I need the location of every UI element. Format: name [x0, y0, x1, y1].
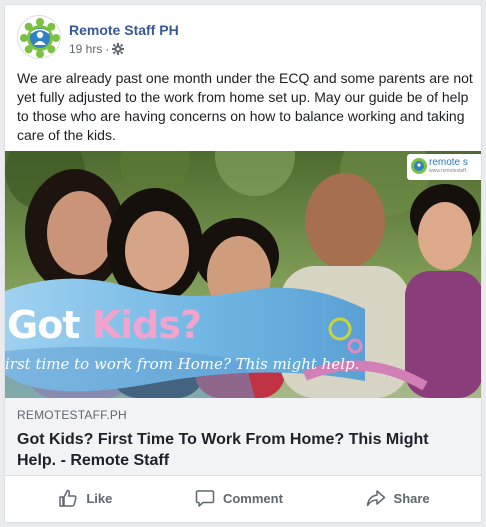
- meta-separator: ·: [105, 42, 110, 56]
- comment-label: Comment: [222, 490, 283, 506]
- like-button[interactable]: Like: [46, 482, 124, 514]
- image-subline: irst time to work from Home? This might …: [5, 355, 360, 373]
- post-actions-bar: Like Comment Share: [17, 481, 471, 515]
- gear-icon[interactable]: [112, 43, 125, 55]
- page-name-link[interactable]: Remote Staff PH: [69, 22, 179, 38]
- facebook-post-card: Remote Staff PH 19 hrs · We are already …: [4, 4, 482, 523]
- image-headline-got: Got: [7, 303, 92, 347]
- image-logo-text: remote s: [429, 157, 468, 168]
- share-label: Share: [393, 490, 430, 506]
- post-timestamp[interactable]: 19 hrs: [69, 42, 102, 56]
- like-label: Like: [86, 490, 113, 506]
- remote-staff-mini-logo-icon: [411, 158, 427, 174]
- link-title[interactable]: Got Kids? First Time To Work From Home? …: [17, 429, 471, 471]
- page-avatar[interactable]: [17, 15, 61, 59]
- share-icon: [366, 490, 385, 507]
- comment-icon: [195, 490, 215, 507]
- post-text: We are already past one month under the …: [17, 70, 473, 143]
- post-header: Remote Staff PH 19 hrs ·: [17, 15, 471, 63]
- link-domain: REMOTESTAFF.PH: [17, 408, 127, 422]
- share-button[interactable]: Share: [354, 482, 442, 514]
- post-meta: 19 hrs ·: [69, 42, 125, 56]
- link-preview-image[interactable]: Got Kids? irst time to work from Home? T…: [5, 151, 481, 398]
- image-headline: Got Kids?: [7, 303, 202, 347]
- image-headline-kids: Kids?: [91, 303, 202, 347]
- image-logo-url: www.remotestaff.: [429, 168, 468, 174]
- thumbs-up-icon: [59, 489, 77, 507]
- image-brand-logo: remote s www.remotestaff.: [407, 154, 481, 180]
- remote-staff-logo-icon: [18, 16, 60, 58]
- comment-button[interactable]: Comment: [183, 482, 295, 514]
- link-preview-caption[interactable]: REMOTESTAFF.PH Got Kids? First Time To W…: [5, 398, 481, 476]
